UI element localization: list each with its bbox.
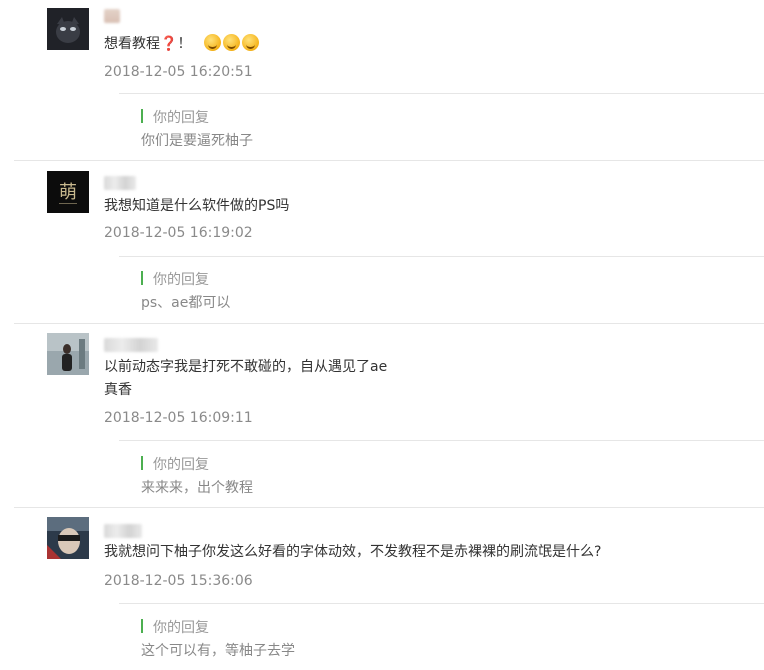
reply-divider: [119, 440, 764, 441]
laugh-cry-emoji: [203, 34, 221, 51]
avatar-image: [47, 517, 89, 559]
username-blurred: [104, 176, 136, 190]
avatar-image: [47, 8, 89, 50]
avatar[interactable]: [47, 8, 89, 50]
reply-text: 来来来，出个教程: [141, 480, 253, 496]
comment-text: 我就想问下柚子你发这么好看的字体动效，不发教程不是赤裸裸的刷流氓是什么?: [104, 544, 602, 560]
comment-item: 萌 我想知道是什么软件做的PS吗 2018-12-05 16:19:02 你的回…: [0, 161, 764, 323]
comment-time: 2018-12-05 16:19:02: [104, 225, 253, 241]
avatar-image: [47, 333, 89, 375]
comment-text: 想看教程❓！: [104, 33, 259, 56]
comment-time: 2018-12-05 16:20:51: [104, 64, 253, 80]
laugh-cry-emoji: [222, 34, 240, 51]
reply-text: ps、ae都可以: [141, 295, 231, 311]
reply-accent-bar: [141, 619, 143, 633]
comment-time: 2018-12-05 16:09:11: [104, 410, 253, 426]
comment-item: 以前动态字我是打死不敢碰的，自从遇见了ae 真香 2018-12-05 16:0…: [0, 324, 764, 507]
laugh-cry-emoji: [241, 34, 259, 51]
comment-time: 2018-12-05 15:36:06: [104, 573, 253, 589]
reply-text: 你们是要逼死柚子: [141, 133, 253, 149]
question-mark-icon: ❓: [160, 36, 178, 52]
reply-accent-bar: [141, 109, 143, 123]
reply-accent-bar: [141, 456, 143, 470]
reply-label: 你的回复: [153, 110, 209, 126]
reply-label: 你的回复: [153, 272, 209, 288]
reply-divider: [119, 603, 764, 604]
comment-text-suffix: ！: [177, 36, 192, 52]
comment-item: 我就想问下柚子你发这么好看的字体动效，不发教程不是赤裸裸的刷流氓是什么? 201…: [0, 508, 764, 670]
reply-label: 你的回复: [153, 620, 209, 636]
username-blurred: [104, 524, 142, 538]
username-blurred: [104, 9, 120, 23]
reply-label: 你的回复: [153, 457, 209, 473]
avatar[interactable]: [47, 333, 89, 375]
avatar[interactable]: 萌: [47, 171, 89, 213]
comment-text: 我想知道是什么软件做的PS吗: [104, 198, 290, 214]
reply-divider: [119, 256, 764, 257]
avatar-image: 萌: [47, 171, 89, 213]
comment-text: 以前动态字我是打死不敢碰的，自从遇见了ae: [104, 359, 388, 375]
avatar-glyph: 萌: [59, 182, 77, 203]
reply-divider: [119, 93, 764, 94]
comment-text-main: 想看教程: [104, 36, 160, 52]
comment-text-line2: 真香: [104, 382, 132, 398]
reply-text: 这个可以有，等柚子去学: [141, 643, 295, 659]
reply-accent-bar: [141, 271, 143, 285]
username-blurred: [104, 338, 158, 352]
avatar[interactable]: [47, 517, 89, 559]
comment-item: 想看教程❓！ 2018-12-05 16:20:51 你的回复 你们是要逼死柚子: [0, 0, 764, 160]
